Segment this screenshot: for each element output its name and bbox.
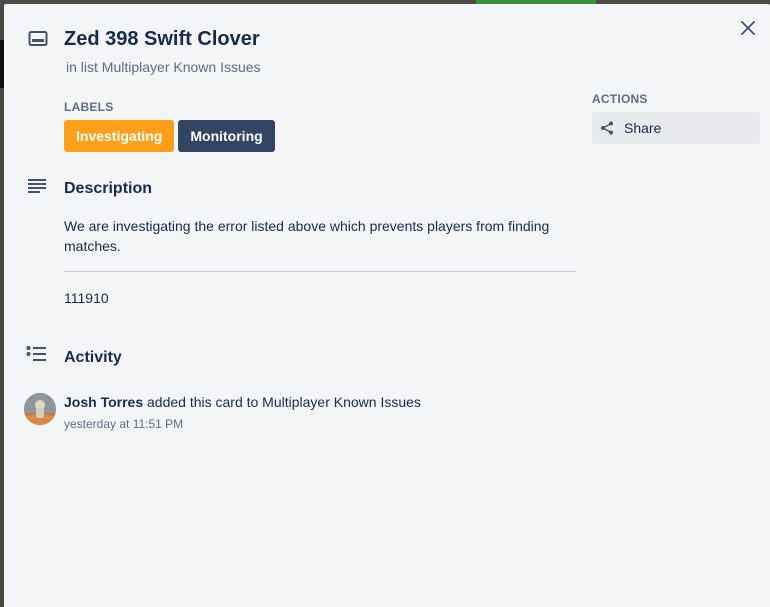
activity-icon (26, 346, 46, 361)
description-number: 111910 (64, 290, 109, 306)
member-avatar-image (24, 393, 56, 425)
close-button[interactable] (738, 18, 758, 38)
activity-member-name[interactable]: Josh Torres (64, 394, 143, 410)
description-heading: Description (64, 180, 153, 197)
labels-list: Investigating Monitoring (64, 120, 275, 152)
actions-heading: ACTIONS (592, 92, 648, 106)
card-icon (28, 31, 48, 46)
activity-timestamp[interactable]: yesterday at 11:51 PM (64, 417, 183, 431)
labels-heading: LABELS (64, 100, 114, 114)
description-text[interactable]: We are investigating the error listed ab… (64, 216, 576, 256)
list-name-link[interactable]: Multiplayer Known Issues (102, 59, 261, 75)
card-title[interactable]: Zed 398 Swift Clover (64, 28, 260, 51)
close-icon (741, 21, 755, 35)
avatar[interactable] (24, 393, 56, 425)
activity-heading: Activity (64, 349, 122, 366)
share-icon (601, 121, 613, 135)
activity-action-text: added this card to Multiplayer Known Iss… (147, 394, 421, 410)
label-monitoring[interactable]: Monitoring (178, 120, 275, 152)
activity-entry: Josh Torres added this card to Multiplay… (64, 394, 421, 410)
card-list-info: in list Multiplayer Known Issues (66, 59, 261, 75)
in-list-prefix: in list (66, 59, 98, 75)
share-label: Share (624, 120, 662, 136)
description-icon (28, 179, 46, 193)
label-investigating[interactable]: Investigating (64, 120, 175, 152)
share-button[interactable]: Share (592, 112, 760, 144)
description-divider (64, 271, 576, 272)
label-text: Investigating (76, 128, 163, 144)
label-text: Monitoring (190, 128, 263, 144)
card-detail-modal: Zed 398 Swift Clover in list Multiplayer… (4, 4, 770, 607)
